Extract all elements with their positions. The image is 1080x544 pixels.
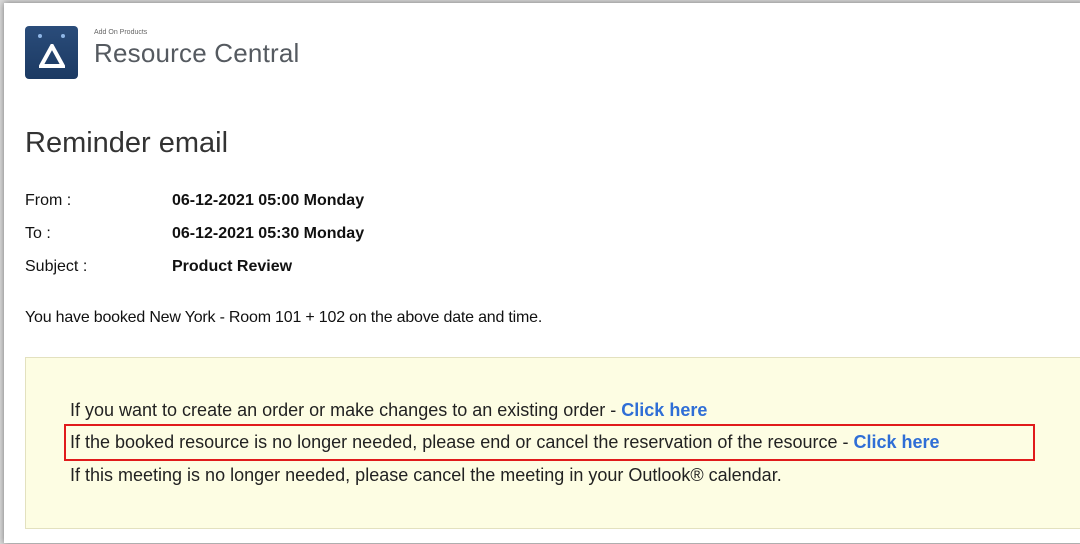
detail-row-subject: Subject : Product Review [25, 250, 364, 283]
order-click-here-link[interactable]: Click here [621, 400, 707, 420]
cancel-meeting-line: If this meeting is no longer needed, ple… [70, 465, 782, 485]
notice-box: If you want to create an order or make c… [25, 357, 1080, 529]
brand: Add On Products Resource Central [94, 26, 300, 67]
order-line: If you want to create an order or make c… [70, 400, 707, 421]
brand-name: Resource Central [94, 38, 300, 68]
cancel-reservation-text: If the booked resource is no longer need… [70, 432, 854, 452]
order-line-text: If you want to create an order or make c… [70, 400, 622, 420]
booking-summary: You have booked New York - Room 101 + 10… [25, 309, 543, 326]
triangle-logo-icon [25, 26, 78, 79]
email-header: Add On Products Resource Central [25, 26, 300, 79]
to-value: 06-12-2021 05:30 Monday [172, 224, 365, 242]
subject-value: Product Review [172, 257, 293, 275]
from-label: From : [25, 191, 72, 209]
page-title: Reminder email [25, 127, 229, 159]
cancel-reservation-click-here-link[interactable]: Click here [853, 432, 939, 452]
email-window: Add On Products Resource Central Reminde… [4, 3, 1080, 543]
brand-tagline: Add On Products [94, 29, 148, 36]
subject-label: Subject : [25, 257, 88, 275]
cancel-reservation-line: If the booked resource is no longer need… [70, 432, 940, 453]
from-value: 06-12-2021 05:00 Monday [172, 191, 365, 209]
details-list: From : 06-12-2021 05:00 Monday To : 06-1… [25, 184, 364, 283]
to-label: To : [25, 224, 51, 242]
detail-row-from: From : 06-12-2021 05:00 Monday [25, 184, 364, 217]
detail-row-to: To : 06-12-2021 05:30 Monday [25, 217, 364, 250]
